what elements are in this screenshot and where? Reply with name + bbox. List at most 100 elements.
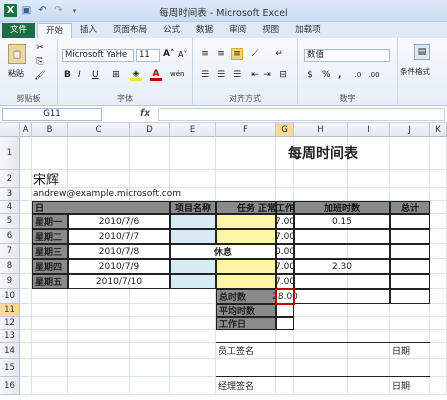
- grid-cell[interactable]: [20, 244, 32, 259]
- grid-cell[interactable]: [170, 137, 216, 170]
- grid-cell[interactable]: [390, 317, 430, 330]
- copy-icon[interactable]: ⎘: [34, 56, 46, 68]
- currency-icon[interactable]: $: [304, 69, 316, 81]
- column-header-c[interactable]: C: [68, 123, 130, 137]
- row-header-4[interactable]: 4: [0, 201, 20, 214]
- fill-color-icon[interactable]: ◈: [130, 69, 142, 81]
- grid-cell[interactable]: [430, 137, 447, 170]
- tab-review[interactable]: 审阅: [221, 23, 254, 38]
- grid-cell[interactable]: [20, 330, 32, 343]
- increase-decimal-icon[interactable]: .0: [352, 69, 364, 81]
- row-header-1[interactable]: 1: [0, 137, 20, 170]
- grid-cell[interactable]: [20, 170, 32, 188]
- grid-cell[interactable]: [216, 359, 276, 377]
- row-header-9[interactable]: 9: [0, 274, 20, 289]
- grid-cell[interactable]: [68, 377, 130, 395]
- grid-cell[interactable]: [294, 359, 348, 377]
- increase-indent-icon[interactable]: ⇥: [261, 69, 273, 81]
- grid-cell[interactable]: [32, 359, 68, 377]
- grid-cell[interactable]: [294, 343, 348, 359]
- tab-home[interactable]: 开始: [37, 23, 73, 38]
- percent-button[interactable]: %: [322, 70, 331, 80]
- grid-cell[interactable]: [216, 170, 276, 188]
- grid-cell[interactable]: [430, 289, 447, 304]
- insert-function-button[interactable]: fx: [140, 108, 150, 119]
- column-header-f[interactable]: F: [216, 123, 276, 137]
- align-left-icon[interactable]: ☰: [199, 69, 211, 81]
- conditional-formatting-icon[interactable]: ▤: [414, 44, 430, 60]
- grid-cell[interactable]: [68, 317, 130, 330]
- grid-cell[interactable]: [20, 289, 32, 304]
- align-middle-icon[interactable]: ≡: [215, 48, 227, 60]
- grid-cell[interactable]: [32, 330, 68, 343]
- grid-cell[interactable]: [430, 330, 447, 343]
- phonetic-button[interactable]: wén: [170, 70, 184, 78]
- align-top-icon[interactable]: ≡: [199, 48, 211, 60]
- decrease-decimal-icon[interactable]: .00: [368, 69, 380, 81]
- grid-cell[interactable]: [170, 330, 216, 343]
- column-header-j[interactable]: J: [390, 123, 430, 137]
- shrink-font-button[interactable]: A˅: [178, 50, 187, 59]
- grid-cell[interactable]: [294, 377, 348, 395]
- row-header-12[interactable]: 12: [0, 317, 20, 330]
- grid-cell[interactable]: [276, 170, 294, 188]
- grid-cell[interactable]: [430, 188, 447, 201]
- grid-cell[interactable]: [348, 317, 390, 330]
- column-header-a[interactable]: A: [20, 123, 32, 137]
- row-header-6[interactable]: 6: [0, 229, 20, 244]
- grid-cell[interactable]: [170, 289, 216, 304]
- grid-cell[interactable]: [390, 170, 430, 188]
- row-header-3[interactable]: 3: [0, 188, 20, 201]
- grid-cell[interactable]: [68, 304, 130, 317]
- grid-cell[interactable]: [430, 317, 447, 330]
- column-header-k[interactable]: K: [430, 123, 447, 137]
- column-header-d[interactable]: D: [130, 123, 170, 137]
- grid-cell[interactable]: [20, 201, 32, 214]
- grid-cell[interactable]: [294, 188, 348, 201]
- row-header-13[interactable]: 13: [0, 330, 20, 343]
- grid-cell[interactable]: [32, 137, 68, 170]
- grid-cell[interactable]: [390, 188, 430, 201]
- align-right-icon[interactable]: ☰: [231, 69, 243, 81]
- grid-cell[interactable]: [20, 317, 32, 330]
- cut-icon[interactable]: ✂: [34, 42, 46, 54]
- row-header-10[interactable]: 10: [0, 289, 20, 304]
- grid-cell[interactable]: [170, 170, 216, 188]
- grid-cell[interactable]: [430, 170, 447, 188]
- grid-cell[interactable]: [170, 377, 216, 395]
- number-format-select[interactable]: 数值: [304, 49, 390, 62]
- grid-cell[interactable]: [430, 359, 447, 377]
- grid-cell[interactable]: [20, 343, 32, 359]
- grid-cell[interactable]: [348, 359, 390, 377]
- grid-cell[interactable]: [32, 343, 68, 359]
- comma-button[interactable]: ,: [338, 70, 341, 80]
- grid-cell[interactable]: [20, 274, 32, 289]
- grid-cell[interactable]: [430, 377, 447, 395]
- grid-cell[interactable]: [294, 304, 348, 317]
- grid-cell[interactable]: [32, 377, 68, 395]
- grid-cell[interactable]: [32, 289, 68, 304]
- wrap-text-icon[interactable]: ↵: [273, 48, 285, 60]
- grid-cell[interactable]: [430, 259, 447, 274]
- grid-cell[interactable]: [348, 304, 390, 317]
- grid-cell[interactable]: [130, 317, 170, 330]
- grid-cell[interactable]: [32, 304, 68, 317]
- grid-cell[interactable]: [348, 188, 390, 201]
- grid-cell[interactable]: [32, 317, 68, 330]
- grid-cell[interactable]: [68, 359, 130, 377]
- row-header-8[interactable]: 8: [0, 259, 20, 274]
- formula-input[interactable]: [158, 108, 445, 121]
- grid-cell[interactable]: [130, 343, 170, 359]
- column-header-e[interactable]: E: [170, 123, 216, 137]
- align-center-icon[interactable]: ☰: [215, 69, 227, 81]
- tab-data[interactable]: 数据: [188, 23, 221, 38]
- column-header-b[interactable]: B: [32, 123, 68, 137]
- grid-cell[interactable]: [68, 137, 130, 170]
- grid-cell[interactable]: [430, 343, 447, 359]
- select-all-corner[interactable]: [0, 123, 20, 137]
- grid-cell[interactable]: [20, 259, 32, 274]
- orientation-icon[interactable]: ⟋: [249, 48, 261, 60]
- grid-cell[interactable]: [20, 377, 32, 395]
- worksheet-grid[interactable]: A B C D E F G H I J K 1 2 3 4 5 6 7 8 9 10 11 12 13 14 15 16 每周时间表宋…: [0, 123, 447, 400]
- grid-cell[interactable]: [20, 304, 32, 317]
